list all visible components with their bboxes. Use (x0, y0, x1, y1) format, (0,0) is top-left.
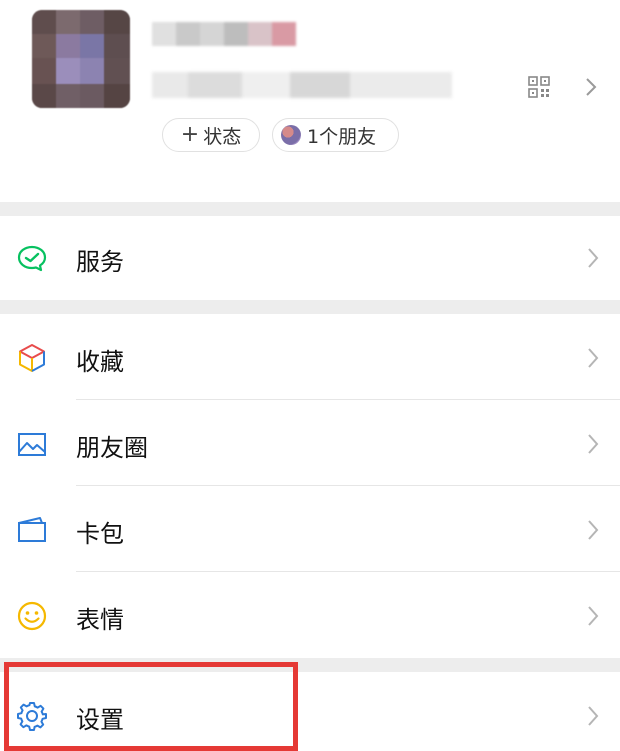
menu-item-cards[interactable]: 卡包 (0, 486, 620, 572)
qr-code-icon[interactable] (528, 76, 550, 98)
chevron-right-icon (588, 248, 599, 268)
card-wallet-icon (18, 517, 46, 542)
nickname-blurred (152, 22, 296, 46)
smiley-icon (17, 601, 47, 631)
status-chip[interactable]: + 状态 (162, 118, 260, 152)
menu-label-settings: 设置 (76, 706, 124, 734)
services-icon (17, 245, 47, 272)
menu-item-stickers[interactable]: 表情 (0, 572, 620, 658)
menu-item-services[interactable]: 服务 (0, 216, 620, 300)
menu-item-settings[interactable]: 设置 (0, 672, 620, 751)
chevron-right-icon[interactable] (584, 76, 598, 98)
moments-image-icon (18, 433, 46, 456)
section-separator (0, 300, 620, 314)
menu-label-stickers: 表情 (76, 606, 124, 634)
plus-icon: + (180, 122, 200, 147)
friends-chip[interactable]: 1个朋友 (272, 118, 399, 152)
chevron-right-icon (588, 520, 599, 540)
menu-label-cards: 卡包 (76, 520, 124, 548)
chevron-right-icon (588, 348, 599, 368)
menu-item-favorites[interactable]: 收藏 (0, 314, 620, 400)
favorites-cube-icon (19, 344, 45, 372)
gear-icon (17, 702, 47, 731)
chevron-right-icon (588, 706, 599, 726)
section-separator (0, 202, 620, 216)
menu-label-services: 服务 (76, 248, 124, 276)
chevron-right-icon (588, 606, 599, 626)
chevron-right-icon (588, 434, 599, 454)
menu-item-moments[interactable]: 朋友圈 (0, 400, 620, 486)
avatar[interactable] (32, 10, 130, 108)
friends-chip-label: 1个朋友 (307, 125, 377, 148)
menu-label-moments: 朋友圈 (76, 434, 148, 462)
wechat-id-blurred (152, 72, 452, 98)
friend-avatar-icon (281, 125, 301, 145)
menu-label-favorites: 收藏 (76, 348, 124, 376)
status-chip-label: 状态 (203, 125, 242, 148)
profile-header[interactable]: + 状态 1个朋友 (0, 0, 620, 202)
section-separator (0, 658, 620, 672)
